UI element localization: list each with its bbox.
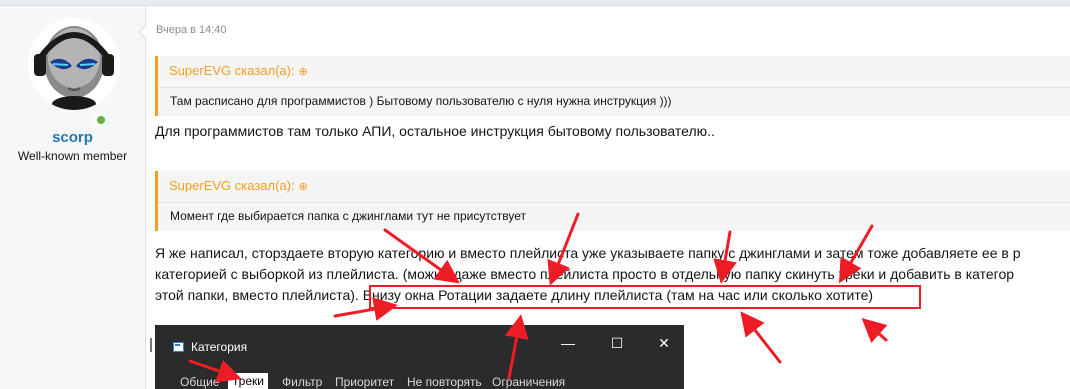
user-title: Well-known member xyxy=(17,149,128,163)
quote-text: Там расписано для программистов ) Бытово… xyxy=(170,94,672,108)
paragraph-line-1: Я же написал, сторздаете вторую категори… xyxy=(155,245,1021,261)
jump-up-icon[interactable]: ⊕ xyxy=(299,180,308,193)
tab-no-repeat[interactable]: Не повторять xyxy=(407,375,482,389)
user-sidebar: scorp Well-known member xyxy=(0,6,146,389)
dialog-title: Категория xyxy=(191,340,248,354)
quote-author-label: SuperEVG сказал(а): xyxy=(169,178,295,193)
top-border xyxy=(0,0,1070,6)
post-pointer-inner xyxy=(140,25,147,39)
username-link[interactable]: scorp xyxy=(0,129,145,146)
app-window-icon xyxy=(173,342,184,352)
quote-author-label: SuperEVG сказал(а): xyxy=(169,63,295,78)
tab-priority[interactable]: Приоритет xyxy=(335,375,394,389)
quote-divider xyxy=(158,87,1070,88)
tab-limits[interactable]: Ограничения xyxy=(492,375,565,389)
minimize-button[interactable]: — xyxy=(558,335,578,351)
avatar[interactable] xyxy=(28,18,120,110)
message-text: Для программистов там только АПИ, осталь… xyxy=(155,123,715,139)
alien-headphones-avatar-icon xyxy=(28,18,120,110)
quote-divider xyxy=(158,202,1070,203)
jump-up-icon[interactable]: ⊕ xyxy=(299,65,308,78)
avatar-container[interactable] xyxy=(28,18,120,127)
paragraph-line-2: категорией с выборкой из плейлиста. (мож… xyxy=(155,266,1015,282)
quote-author-link[interactable]: SuperEVG сказал(а): ⊕ xyxy=(169,63,308,78)
tab-general[interactable]: Общие xyxy=(180,375,219,389)
quote-block: SuperEVG сказал(а): ⊕ Там расписано для п… xyxy=(155,56,1070,116)
annotation-arrow xyxy=(861,317,888,343)
paragraph-line-3-start: этой папки, вместо плейлиста). xyxy=(155,287,359,303)
quote-text: Момент где выбирается папка с джинглами … xyxy=(170,209,526,223)
online-status-dot xyxy=(94,113,108,127)
embedded-dialog-screenshot: Категория — ☐ ✕ Общие Треки Фильтр Приор… xyxy=(155,325,684,389)
annotation-highlight-box xyxy=(369,285,921,309)
maximize-button[interactable]: ☐ xyxy=(607,335,627,352)
post-date[interactable]: Вчера в 14:40 xyxy=(156,24,227,36)
tab-filter[interactable]: Фильтр xyxy=(282,375,322,389)
close-button[interactable]: ✕ xyxy=(654,335,674,352)
quote-author-link[interactable]: SuperEVG сказал(а): ⊕ xyxy=(169,178,308,193)
annotation-arrow xyxy=(740,311,782,364)
side-marker xyxy=(150,338,152,352)
quote-block: SuperEVG сказал(а): ⊕ Момент где выбирает… xyxy=(155,171,1070,231)
tab-tracks[interactable]: Треки xyxy=(228,373,268,389)
